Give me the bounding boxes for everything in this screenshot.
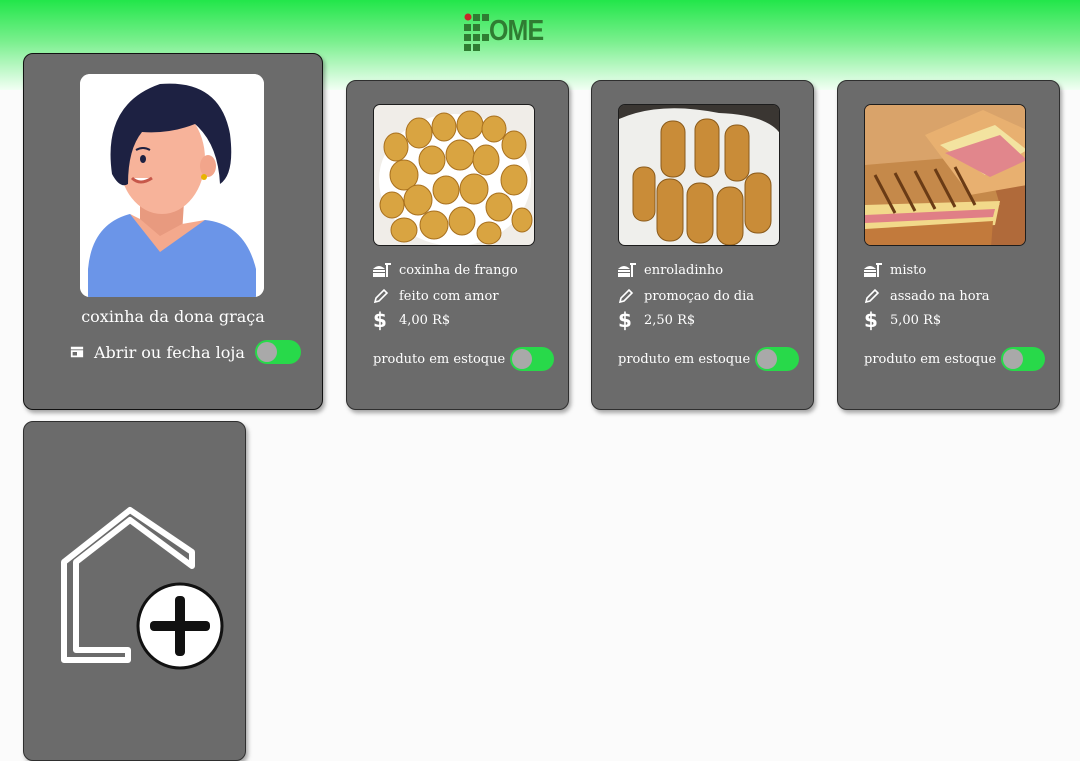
dollar-icon: $: [373, 308, 387, 332]
food-icon: [864, 261, 884, 279]
toggle-knob: [256, 342, 277, 362]
toggle-knob: [1003, 349, 1024, 369]
add-home-icon: [61, 507, 224, 670]
product-description: promoçao do dia: [644, 288, 755, 304]
store-name: coxinha da dona graça: [81, 307, 265, 326]
product-card[interactable]: enroladinho promoçao do dia $ 2,50 R$ pr…: [591, 80, 814, 410]
enroladinho-photo: [619, 105, 779, 245]
product-price: 4,00 R$: [399, 312, 451, 328]
product-image: [373, 104, 535, 246]
product-name: enroladinho: [644, 262, 724, 278]
toggle-knob: [512, 349, 533, 369]
dollar-icon: $: [864, 308, 878, 332]
coxinha-photo: [374, 105, 534, 245]
toggle-knob: [757, 349, 778, 369]
product-description-row: promoçao do dia: [618, 287, 754, 305]
avatar: [80, 74, 264, 297]
stock-row: produto em estoque: [864, 347, 1046, 371]
pencil-icon: [618, 287, 638, 305]
product-card[interactable]: coxinha de frango feito com amor $ 4,00 …: [346, 80, 569, 410]
food-icon: [618, 261, 638, 279]
app-logo: OME: [462, 12, 544, 54]
store-open-close-row: Abrir ou fecha loja: [70, 338, 301, 366]
stock-label: produto em estoque: [864, 351, 997, 367]
product-description-row: assado na hora: [864, 287, 990, 305]
product-description: assado na hora: [890, 288, 990, 304]
product-name-row: misto: [864, 261, 926, 279]
logo-text: OME: [489, 15, 544, 47]
product-name: coxinha de frango: [399, 262, 518, 278]
food-icon: [373, 261, 393, 279]
product-image: [864, 104, 1026, 246]
pencil-icon: [864, 287, 884, 305]
product-card[interactable]: misto assado na hora $ 5,00 R$ produto e…: [837, 80, 1060, 410]
misto-photo: [865, 105, 1025, 245]
product-price-row: $ 2,50 R$: [618, 308, 696, 332]
product-description-row: feito com amor: [373, 287, 499, 305]
stock-label: produto em estoque: [373, 351, 506, 367]
store-toggle-label: Abrir ou fecha loja: [94, 342, 245, 362]
product-price-row: $ 5,00 R$: [864, 308, 942, 332]
stock-row: produto em estoque: [373, 347, 555, 371]
stock-toggle[interactable]: [1001, 347, 1046, 371]
woman-avatar-illustration: [80, 74, 264, 297]
stock-label: produto em estoque: [618, 351, 751, 367]
store-icon: [70, 346, 84, 358]
product-name-row: coxinha de frango: [373, 261, 518, 279]
stock-row: produto em estoque: [618, 347, 800, 371]
product-price: 5,00 R$: [890, 312, 942, 328]
add-store-card[interactable]: [23, 421, 246, 761]
product-description: feito com amor: [399, 288, 499, 304]
product-image: [618, 104, 780, 246]
product-name-row: enroladinho: [618, 261, 723, 279]
stock-toggle[interactable]: [510, 347, 555, 371]
product-name: misto: [890, 262, 927, 278]
store-card: coxinha da dona graça Abrir ou fecha loj…: [23, 53, 323, 410]
product-price: 2,50 R$: [644, 312, 696, 328]
dollar-icon: $: [618, 308, 632, 332]
product-price-row: $ 4,00 R$: [373, 308, 451, 332]
pencil-icon: [373, 287, 393, 305]
logo-mark-icon: [464, 13, 489, 51]
stock-toggle[interactable]: [755, 347, 800, 371]
store-open-toggle[interactable]: [254, 340, 301, 364]
